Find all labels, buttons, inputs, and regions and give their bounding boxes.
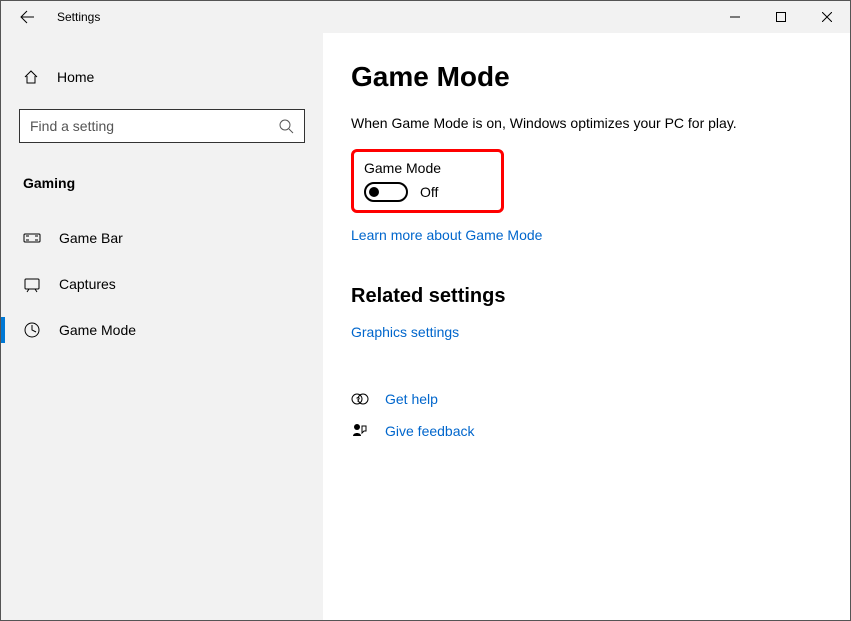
minimize-icon bbox=[730, 12, 740, 22]
get-help-link[interactable]: Get help bbox=[385, 391, 438, 407]
content: Game Mode When Game Mode is on, Windows … bbox=[323, 33, 850, 620]
give-feedback-link[interactable]: Give feedback bbox=[385, 423, 475, 439]
learn-more-link[interactable]: Learn more about Game Mode bbox=[351, 227, 542, 243]
game-bar-icon bbox=[23, 229, 41, 247]
search-box[interactable] bbox=[19, 109, 305, 143]
toggle-state-label: Off bbox=[420, 184, 438, 200]
svg-text:?: ? bbox=[356, 397, 360, 404]
captures-icon bbox=[23, 275, 41, 293]
settings-window: Settings bbox=[0, 0, 851, 621]
game-mode-icon bbox=[23, 321, 41, 339]
sidebar: Home Gaming Game Bar bbox=[1, 33, 323, 620]
maximize-button[interactable] bbox=[758, 1, 804, 33]
nav-list: Game Bar Captures Game Mode bbox=[1, 215, 323, 353]
home-button[interactable]: Home bbox=[1, 61, 323, 93]
sidebar-item-label: Game Mode bbox=[59, 322, 136, 338]
sidebar-item-captures[interactable]: Captures bbox=[1, 261, 323, 307]
highlight-annotation: Game Mode Off bbox=[351, 149, 504, 213]
page-description: When Game Mode is on, Windows optimizes … bbox=[351, 115, 818, 131]
related-settings-title: Related settings bbox=[351, 285, 818, 308]
category-header: Gaming bbox=[1, 167, 323, 207]
help-icon: ? bbox=[351, 390, 369, 408]
sidebar-item-label: Captures bbox=[59, 276, 116, 292]
toggle-label: Game Mode bbox=[364, 160, 441, 176]
home-icon bbox=[23, 69, 39, 85]
search-input[interactable] bbox=[30, 118, 278, 134]
page-title: Game Mode bbox=[351, 61, 818, 93]
close-icon bbox=[822, 12, 832, 22]
back-button[interactable] bbox=[9, 1, 45, 33]
sidebar-item-label: Game Bar bbox=[59, 230, 123, 246]
window-title: Settings bbox=[57, 10, 100, 24]
sidebar-item-game-mode[interactable]: Game Mode bbox=[1, 307, 323, 353]
toggle-knob bbox=[369, 187, 379, 197]
home-label: Home bbox=[57, 69, 94, 85]
game-mode-toggle[interactable] bbox=[364, 182, 408, 202]
back-arrow-icon bbox=[19, 9, 35, 25]
feedback-icon bbox=[351, 422, 369, 440]
search-icon bbox=[278, 118, 294, 134]
close-button[interactable] bbox=[804, 1, 850, 33]
titlebar: Settings bbox=[1, 1, 850, 33]
sidebar-item-game-bar[interactable]: Game Bar bbox=[1, 215, 323, 261]
maximize-icon bbox=[776, 12, 786, 22]
minimize-button[interactable] bbox=[712, 1, 758, 33]
graphics-settings-link[interactable]: Graphics settings bbox=[351, 324, 459, 340]
